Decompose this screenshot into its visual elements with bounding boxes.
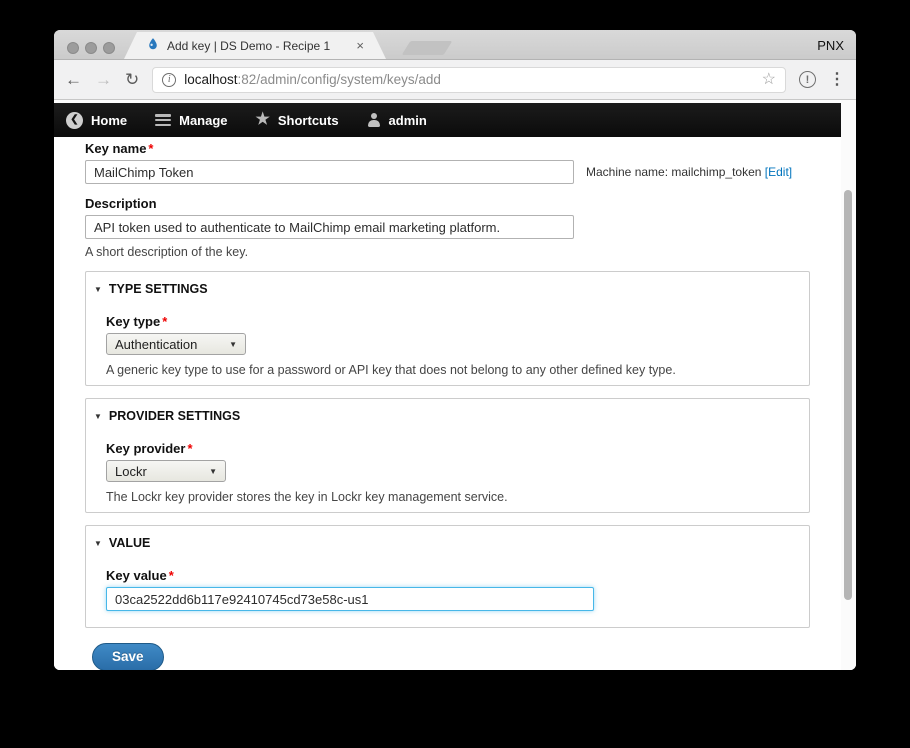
reload-icon[interactable]: ↻ bbox=[125, 71, 139, 88]
type-settings-legend[interactable]: ▼ TYPE SETTINGS bbox=[94, 282, 789, 296]
key-name-input[interactable] bbox=[85, 160, 574, 184]
required-marker: * bbox=[162, 314, 168, 329]
page-scrollbar[interactable] bbox=[841, 100, 856, 670]
url-text: localhost:82/admin/config/system/keys/ad… bbox=[184, 72, 441, 87]
browser-tab[interactable]: Add key | DS Demo - Recipe 1 × bbox=[124, 32, 386, 59]
key-name-field: Key name* Machine name: mailchimp_token … bbox=[85, 141, 841, 184]
browser-window: Add key | DS Demo - Recipe 1 × PNX ← → ↻… bbox=[54, 30, 856, 670]
scrollbar-thumb[interactable] bbox=[844, 190, 852, 600]
provider-settings-legend[interactable]: ▼ PROVIDER SETTINGS bbox=[94, 409, 789, 423]
window-controls bbox=[67, 42, 115, 54]
key-type-selected-value: Authentication bbox=[115, 336, 198, 352]
toolbar-item-manage[interactable]: Manage bbox=[155, 112, 228, 128]
add-key-form: Key name* Machine name: mailchimp_token … bbox=[54, 137, 841, 670]
description-input[interactable] bbox=[85, 215, 574, 239]
browser-tab-bar: Add key | DS Demo - Recipe 1 × PNX bbox=[54, 30, 856, 60]
tab-close-icon[interactable]: × bbox=[356, 39, 364, 52]
value-legend[interactable]: ▼ VALUE bbox=[94, 536, 789, 550]
address-bar[interactable]: i localhost:82/admin/config/system/keys/… bbox=[152, 66, 786, 93]
url-path: :82/admin/config/system/keys/add bbox=[237, 72, 441, 87]
home-back-icon: ❮ bbox=[66, 111, 83, 129]
value-fieldset: ▼ VALUE Key value * bbox=[85, 525, 810, 628]
key-type-select[interactable]: Authentication ▼ bbox=[106, 333, 246, 355]
description-label: Description bbox=[85, 196, 157, 211]
required-marker: * bbox=[168, 568, 174, 583]
collapse-triangle-icon: ▼ bbox=[94, 284, 102, 294]
browser-alert-icon[interactable]: ! bbox=[799, 71, 816, 88]
collapse-triangle-icon: ▼ bbox=[94, 411, 102, 421]
site-info-icon[interactable]: i bbox=[162, 72, 177, 87]
toolbar-item-label: Manage bbox=[179, 112, 228, 128]
page-content: ❮ Home Manage ★ Shortcuts admin Key name… bbox=[54, 100, 841, 670]
toolbar-item-shortcuts[interactable]: ★ Shortcuts bbox=[256, 112, 339, 128]
profile-label: PNX bbox=[817, 38, 844, 53]
forward-icon: → bbox=[95, 70, 112, 89]
toolbar-item-home[interactable]: ❮ Home bbox=[66, 111, 128, 129]
star-icon: ★ bbox=[255, 111, 270, 128]
drupal-admin-toolbar: ❮ Home Manage ★ Shortcuts admin bbox=[54, 103, 841, 137]
key-value-label: Key value * bbox=[106, 568, 174, 583]
window-close-button[interactable] bbox=[67, 42, 79, 54]
menu-icon bbox=[155, 114, 172, 126]
required-marker: * bbox=[187, 441, 193, 456]
window-minimize-button[interactable] bbox=[85, 42, 97, 54]
key-provider-label: Key provider * bbox=[106, 441, 193, 456]
type-settings-fieldset: ▼ TYPE SETTINGS Key type * Authentication… bbox=[85, 271, 810, 386]
required-marker: * bbox=[148, 141, 154, 156]
chevron-down-icon: ▼ bbox=[209, 466, 217, 476]
toolbar-item-label: Shortcuts bbox=[277, 112, 339, 128]
user-icon bbox=[367, 113, 381, 127]
save-button[interactable]: Save bbox=[92, 643, 164, 670]
description-help-text: A short description of the key. bbox=[85, 245, 249, 259]
toolbar-item-admin[interactable]: admin bbox=[367, 113, 427, 128]
key-provider-selected-value: Lockr bbox=[115, 463, 147, 479]
key-provider-select[interactable]: Lockr ▼ bbox=[106, 460, 226, 482]
collapse-triangle-icon: ▼ bbox=[94, 538, 102, 548]
toolbar-item-label: Home bbox=[91, 112, 128, 128]
window-zoom-button[interactable] bbox=[103, 42, 115, 54]
new-tab-button[interactable] bbox=[401, 41, 453, 55]
browser-menu-icon[interactable]: ⋮ bbox=[829, 71, 845, 88]
drupal-favicon-icon bbox=[146, 37, 160, 54]
machine-name-text: Machine name: mailchimp_token [Edit] bbox=[586, 165, 793, 179]
url-host: localhost bbox=[184, 72, 238, 87]
back-icon[interactable]: ← bbox=[65, 71, 82, 88]
key-name-label: Key name * bbox=[85, 141, 154, 156]
tab-title: Add key | DS Demo - Recipe 1 bbox=[167, 38, 331, 53]
description-field: Description A short description of the k… bbox=[85, 196, 841, 259]
provider-settings-fieldset: ▼ PROVIDER SETTINGS Key provider * Lockr … bbox=[85, 398, 810, 513]
chevron-down-icon: ▼ bbox=[229, 339, 237, 349]
browser-toolbar: ← → ↻ i localhost:82/admin/config/system… bbox=[54, 60, 856, 100]
toolbar-item-label: admin bbox=[388, 112, 427, 128]
screen: Add key | DS Demo - Recipe 1 × PNX ← → ↻… bbox=[0, 0, 910, 748]
machine-name-edit-link[interactable]: [Edit] bbox=[765, 165, 792, 179]
browser-viewport: ❮ Home Manage ★ Shortcuts admin Key name… bbox=[54, 100, 856, 670]
bookmark-star-icon[interactable]: ☆ bbox=[762, 71, 776, 88]
key-provider-help-text: The Lockr key provider stores the key in… bbox=[106, 490, 508, 504]
key-value-input[interactable] bbox=[106, 587, 594, 611]
key-type-help-text: A generic key type to use for a password… bbox=[106, 363, 676, 377]
key-type-label: Key type * bbox=[106, 314, 168, 329]
